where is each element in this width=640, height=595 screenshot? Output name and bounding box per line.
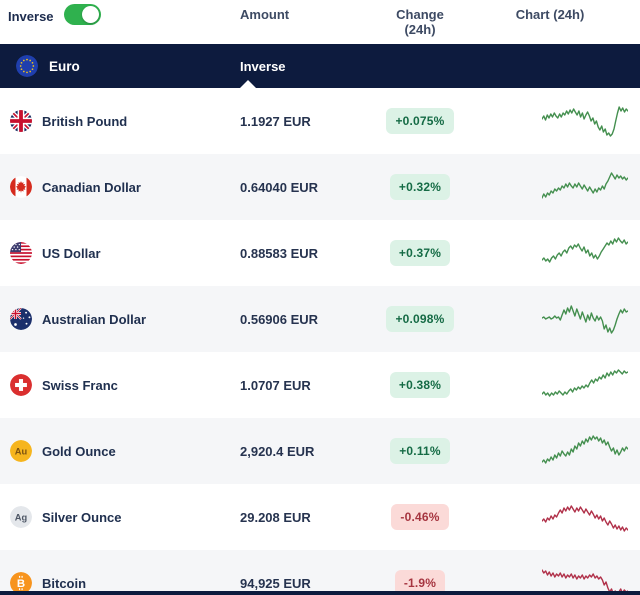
rates-table: British Pound 1.1927 EUR +0.075% Canadia… (0, 88, 640, 595)
change-badge: +0.075% (386, 108, 454, 134)
toggle-knob (81, 6, 99, 23)
table-row[interactable]: Au Gold Ounce 2,920.4 EUR +0.11% (0, 418, 640, 484)
sparkline-chart (542, 237, 628, 263)
table-row[interactable]: Australian Dollar 0.56906 EUR +0.098% (0, 286, 640, 352)
silver-ag-icon: Ag (10, 506, 32, 528)
canada-flag-icon (10, 176, 32, 198)
currency-name: Canadian Dollar (42, 179, 141, 195)
currency-name: Silver Ounce (42, 509, 122, 525)
table-row[interactable]: Swiss Franc 1.0707 EUR +0.38% (0, 352, 640, 418)
sparkline-chart (542, 106, 628, 137)
inverse-toggle[interactable] (63, 4, 101, 25)
amount-value: 0.64040 EUR (240, 179, 319, 195)
sparkline-chart (542, 569, 628, 595)
amount-value: 0.88583 EUR (240, 245, 319, 261)
table-row[interactable]: B Bitcoin 94,925 EUR -1.9% (0, 550, 640, 595)
change-badge: +0.32% (389, 174, 451, 200)
currency-name: British Pound (42, 113, 128, 129)
currency-name: US Dollar (42, 245, 101, 261)
sparkline-chart (542, 505, 628, 532)
amount-value: 1.0707 EUR (240, 377, 311, 393)
sparkline-chart (542, 305, 628, 334)
currency-converter-panel: Inverse Amount Change (24h) Chart (24h) … (0, 0, 640, 595)
us-flag-icon (10, 242, 32, 264)
base-currency-bar: Euro Inverse (0, 44, 640, 88)
amount-value: 29.208 EUR (240, 509, 311, 525)
switzerland-flag-icon (10, 374, 32, 396)
base-currency-name: Euro (49, 58, 80, 74)
eu-flag-icon (16, 55, 38, 77)
amount-value: 2,920.4 EUR (240, 443, 315, 459)
table-row[interactable]: US Dollar 0.88583 EUR +0.37% (0, 220, 640, 286)
amount-value: 0.56906 EUR (240, 311, 319, 327)
table-row[interactable]: British Pound 1.1927 EUR +0.075% (0, 88, 640, 154)
currency-name: Australian Dollar (42, 311, 147, 327)
currency-name: Swiss Franc (42, 377, 118, 393)
table-row[interactable]: Ag Silver Ounce 29.208 EUR -0.46% (0, 484, 640, 550)
currency-name: Bitcoin (42, 575, 87, 591)
sorted-column-label[interactable]: Inverse (240, 59, 380, 74)
change-badge: -0.46% (391, 504, 449, 530)
table-row[interactable]: Canadian Dollar 0.64040 EUR +0.32% (0, 154, 640, 220)
uk-flag-icon (10, 110, 32, 132)
currency-name: Gold Ounce (42, 443, 116, 459)
svg-text:Ag: Ag (15, 513, 28, 523)
svg-text:Au: Au (15, 447, 28, 457)
change-badge: +0.098% (386, 306, 454, 332)
change-badge: +0.11% (390, 438, 450, 464)
column-header-chart[interactable]: Chart (24h) (460, 4, 640, 22)
sparkline-chart (542, 172, 628, 199)
inverse-toggle-label: Inverse (8, 8, 54, 24)
column-header-change[interactable]: Change (24h) (380, 4, 460, 37)
australia-flag-icon (10, 308, 32, 330)
amount-value: 1.1927 EUR (240, 113, 311, 129)
sort-caret-icon (240, 80, 256, 88)
change-badge: +0.38% (389, 372, 451, 398)
column-header-amount[interactable]: Amount (240, 4, 380, 22)
svg-text:B: B (17, 578, 25, 590)
amount-value: 94,925 EUR (240, 575, 311, 591)
table-header: Inverse Amount Change (24h) Chart (24h) (0, 0, 640, 44)
next-section-bar-edge (0, 591, 640, 595)
sparkline-chart (542, 435, 628, 464)
gold-au-icon: Au (10, 440, 32, 462)
change-badge: +0.37% (389, 240, 451, 266)
sparkline-chart (542, 369, 628, 397)
